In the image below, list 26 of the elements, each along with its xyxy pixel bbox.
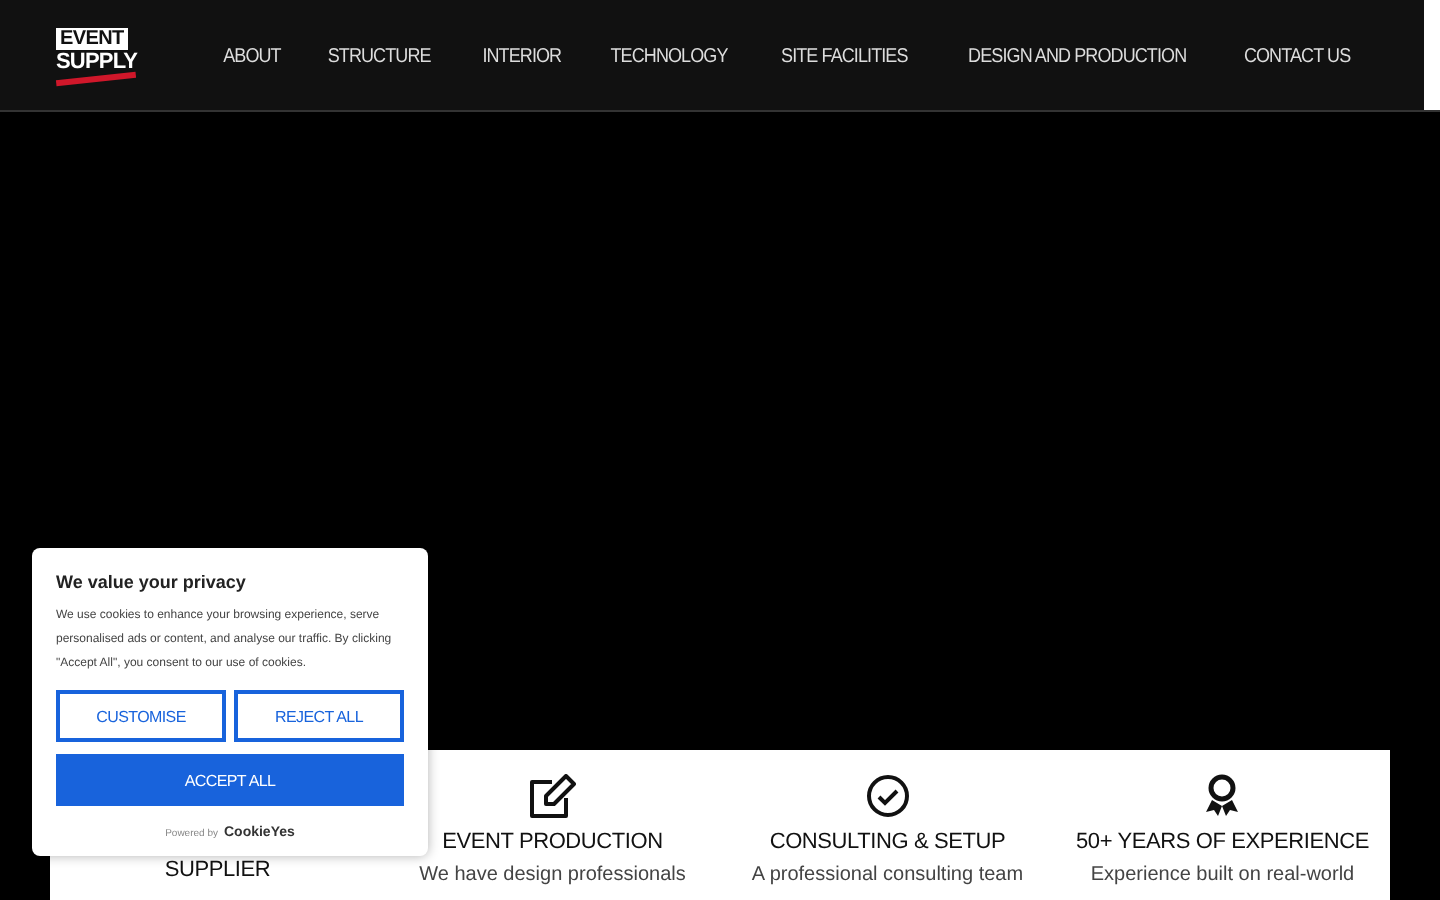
feature-title: EVENT PRODUCTION xyxy=(442,830,663,854)
award-ribbon-icon xyxy=(1204,774,1241,818)
feature-title: SUPPLIER xyxy=(164,858,271,882)
feature-text: Experience built on real-world xyxy=(1090,864,1355,888)
feature-title: 50+ YEARS OF EXPERIENCE xyxy=(1075,830,1369,854)
banner-button[interactable]: CUSTOMISE xyxy=(56,690,226,742)
nav-link[interactable]: SITE FACILITIES xyxy=(781,46,909,68)
check-circle-icon xyxy=(865,774,910,818)
pencil-square-icon xyxy=(528,774,577,818)
feature-text: We have design professionals xyxy=(419,864,686,888)
banner-button[interactable]: REJECT ALL xyxy=(234,690,404,742)
logo-stripe xyxy=(55,71,137,87)
logo[interactable]: EVENT SUPPLY xyxy=(56,28,140,82)
logo-text: SUPPLY xyxy=(56,52,138,74)
nav-link[interactable]: DESIGN AND PRODUCTION xyxy=(967,46,1186,68)
nav-link[interactable]: CONTACT US xyxy=(1243,46,1351,68)
scrollbar[interactable] xyxy=(1424,0,1440,110)
nav-link[interactable]: INTERIOR xyxy=(481,46,561,68)
accept-button[interactable]: ACCEPT ALL xyxy=(56,754,404,806)
banner-title: We value your privacy xyxy=(56,572,248,592)
logo-text: EVENT xyxy=(56,28,128,50)
nav-link[interactable]: STRUCTURE xyxy=(328,46,432,68)
nav-link[interactable]: TECHNOLOGY xyxy=(611,46,729,68)
feature-title: CONSULTING & SETUP xyxy=(769,830,1006,854)
nav-link[interactable]: ABOUT xyxy=(222,46,280,68)
feature-text: A professional consulting team xyxy=(751,864,1024,888)
